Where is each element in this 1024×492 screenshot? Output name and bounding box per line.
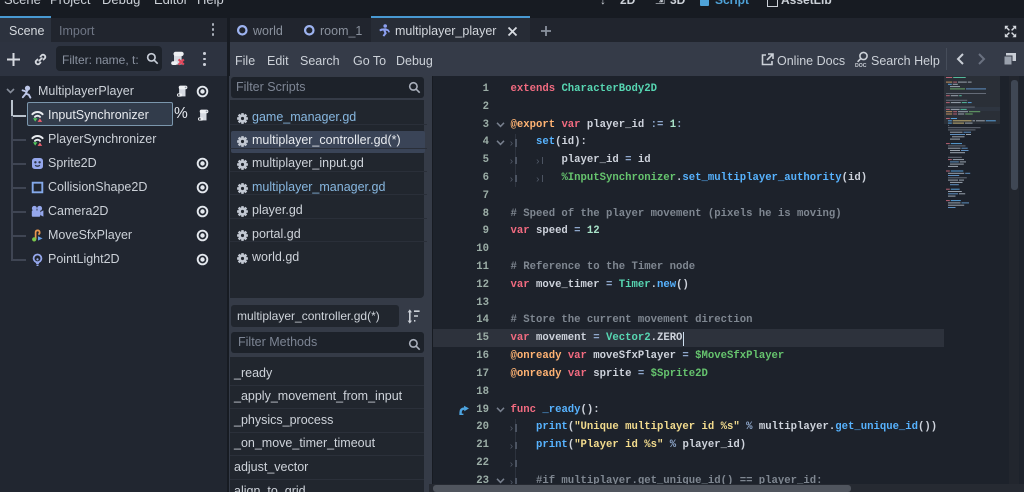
svg-text:DOC: DOC	[855, 63, 867, 69]
